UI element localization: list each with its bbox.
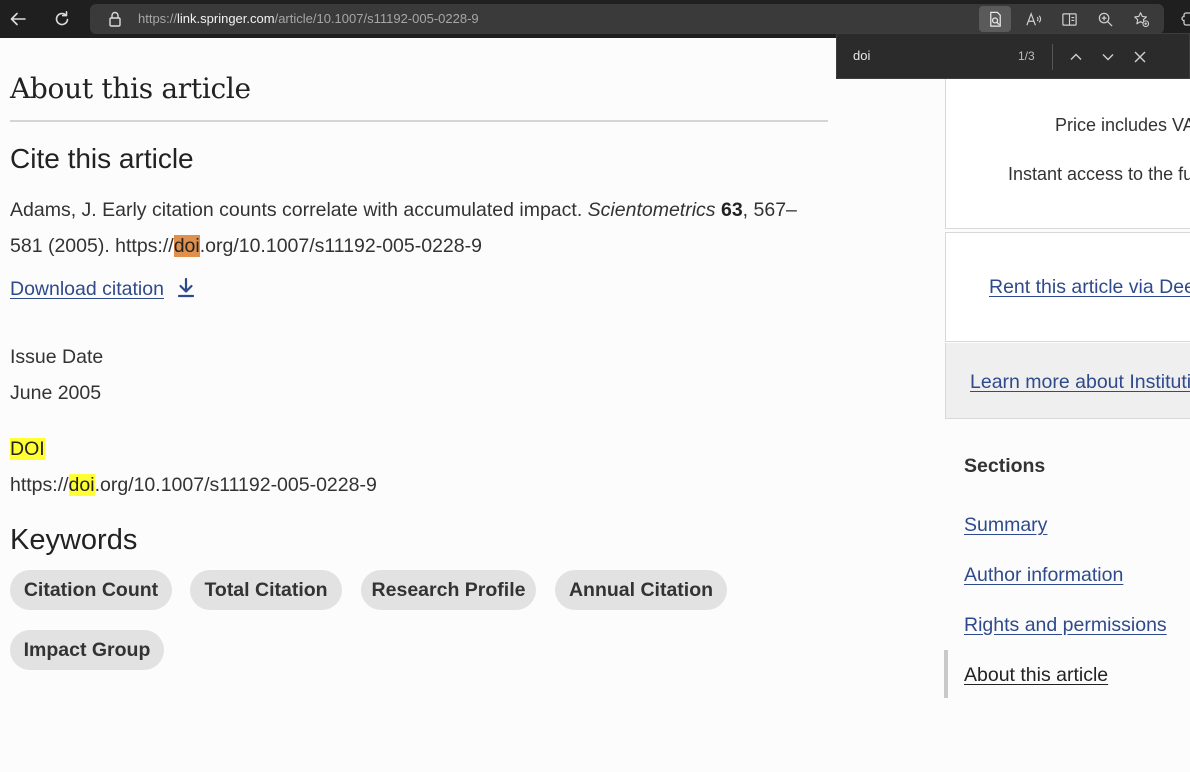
url-text[interactable]: https://link.springer.com/article/10.100… [138,11,479,26]
find-close-button[interactable] [1128,45,1152,69]
citation-year-url: 581 (2005). https:// [10,235,174,257]
lock-icon[interactable] [106,10,124,28]
keyword-chip[interactable]: Annual Citation [555,570,727,610]
immersive-reader-icon [1061,12,1077,26]
immersive-reader-button[interactable] [1053,6,1085,32]
issue-date-label: Issue Date [10,346,104,368]
keyword-chip[interactable]: Research Profile [361,570,536,610]
keyword-chip[interactable]: Total Citation [190,570,342,610]
find-divider [1052,44,1053,70]
keywords-heading: Keywords [10,524,138,556]
read-aloud-icon [1025,11,1041,25]
learn-more-link[interactable]: Learn more about Institutio [970,371,1190,394]
price-note: Price includes VA [1055,115,1190,135]
back-button[interactable] [4,5,32,33]
citation-volume: 63 [720,199,743,221]
section-link-author-information[interactable]: Author information [964,564,1123,587]
keyword-chip[interactable]: Citation Count [10,570,172,610]
heading-divider [10,120,828,122]
refresh-button[interactable] [48,5,76,33]
doi-rest: .org/10.1007/s11192-005-0228-9 [94,474,377,496]
section-link-rights-permissions[interactable]: Rights and permissions [964,614,1167,637]
find-match-doi-label: DOI [10,438,45,460]
citation-doi-rest: .org/10.1007/s11192-005-0228-9 [199,235,482,257]
url-host: link.springer.com [177,11,275,26]
cite-article-heading: Cite this article [10,143,194,174]
about-article-heading: About this article [10,72,251,105]
address-bar[interactable]: https://link.springer.com/article/10.100… [90,4,1164,34]
refresh-icon [55,11,69,26]
section-link-about-article[interactable]: About this article [964,664,1108,687]
citation-text: Adams, J. Early citation counts correlat… [10,192,830,264]
find-match-doi-value: doi [68,474,95,496]
chevron-up-icon [1070,53,1082,60]
url-prefix: https:// [138,11,178,26]
find-bar: doi 1/3 [836,33,1190,79]
add-favorite-button[interactable] [1125,6,1157,32]
keyword-chip[interactable]: Impact Group [10,630,164,670]
download-citation-link[interactable]: Download citation [10,278,164,301]
citation-journal: Scientometrics [587,199,716,221]
access-note: Instant access to the fu [1008,164,1190,184]
find-match-count: 1/3 [1018,49,1035,63]
find-current-match: doi [173,235,200,257]
doi-prefix: https:// [10,474,69,496]
issue-date-value: June 2005 [10,382,102,404]
extensions-icon[interactable] [1180,10,1190,28]
current-section-indicator [944,650,948,698]
citation-authors-title: Adams, J. Early citation counts correlat… [10,199,588,221]
download-icon[interactable] [176,277,196,299]
read-aloud-button[interactable] [1017,6,1049,32]
find-previous-button[interactable] [1064,45,1088,69]
purchase-card [945,60,1190,229]
section-link-summary[interactable]: Summary [964,514,1047,537]
rent-article-link[interactable]: Rent this article via Deep [989,276,1190,299]
zoom-button[interactable] [1089,6,1121,32]
doi-value: https://doi.org/10.1007/s11192-005-0228-… [10,474,377,497]
find-page-icon [989,11,1001,27]
sections-title: Sections [964,455,1046,477]
find-on-page-button[interactable] [979,6,1011,32]
find-input[interactable]: doi [853,48,870,63]
zoom-in-icon [1098,12,1113,27]
chevron-down-icon [1102,54,1114,61]
url-path: /article/10.1007/s11192-005-0228-9 [274,11,479,26]
citation-pages: , 567– [742,199,797,221]
close-icon [1134,51,1146,63]
star-add-icon [1133,11,1149,27]
back-arrow-icon [10,12,26,26]
doi-label: DOI [10,438,45,461]
find-next-button[interactable] [1096,45,1120,69]
